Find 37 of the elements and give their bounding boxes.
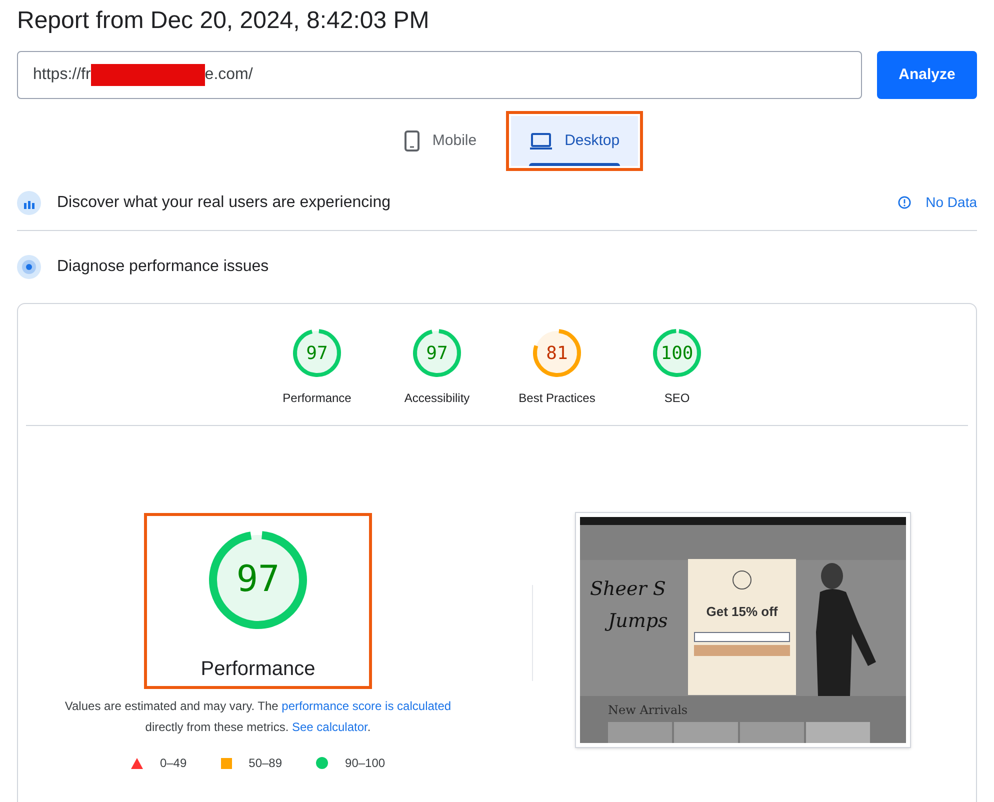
score-label: SEO: [664, 390, 690, 407]
score-value: 97: [236, 558, 280, 602]
score-label: Best Practices: [518, 390, 596, 407]
section-title: Diagnose performance issues: [57, 257, 269, 277]
device-tab[interactable]: Desktop: [510, 116, 638, 166]
legend-label: 50–89: [248, 755, 282, 772]
product-image: [740, 722, 804, 743]
legend-label: 0–49: [160, 755, 187, 772]
analyze-button[interactable]: Analyze: [877, 51, 977, 99]
score-value: 97: [306, 342, 328, 366]
legend-label: 90–100: [345, 755, 386, 772]
score-value: 100: [660, 342, 694, 366]
section-title: Discover what your real users are experiencing: [57, 192, 392, 212]
score-link[interactable]: performance score is calculated: [282, 699, 452, 713]
score-note: Values are estimated and may vary. The performance score is calculated directly from these metrics. See calculator.: [64, 698, 452, 736]
status-text: No Data: [926, 193, 977, 212]
url-field[interactable]: https://fr e.com/: [17, 51, 862, 99]
section-heading: New Arrivals: [608, 704, 689, 716]
info-icon: [898, 196, 911, 209]
diagnose-icon: [17, 255, 41, 279]
report-title: Report from Dec 20, 2024, 8:42:03 PM: [17, 6, 430, 36]
score-label: Accessibility: [404, 390, 470, 407]
popup-title: Get 15% off: [706, 605, 778, 618]
product-image: [674, 722, 738, 743]
score-label: Performance: [200, 657, 316, 682]
calculator-link[interactable]: See calculator: [292, 720, 368, 734]
score-value: 81: [546, 342, 568, 366]
product-image: [608, 722, 672, 743]
laptop-icon: [528, 132, 553, 150]
hero-text: Sheer S: [590, 580, 666, 599]
score-value: 97: [426, 342, 448, 366]
logo-icon: [731, 569, 753, 591]
product-image: [806, 722, 870, 743]
phone-icon: [404, 130, 420, 152]
device-tab[interactable]: Mobile: [386, 116, 495, 166]
users-icon: [17, 190, 41, 214]
score-label: Performance: [282, 390, 352, 407]
